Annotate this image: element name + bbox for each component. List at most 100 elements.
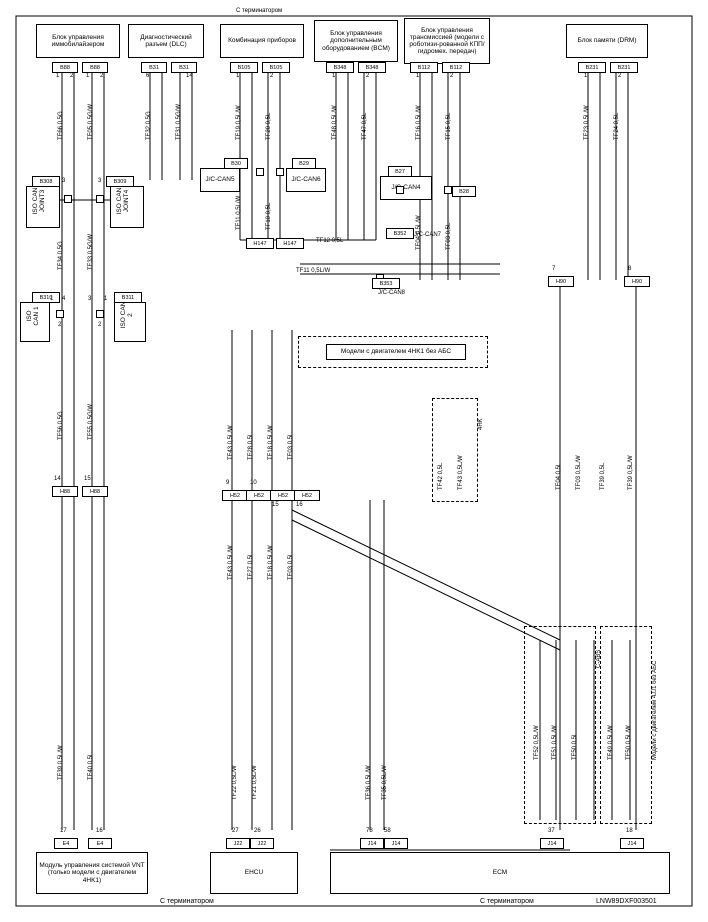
pin-b105b: B105: [262, 62, 290, 73]
note-4hk2-label: 4HK: [478, 418, 484, 430]
pin-j14b: J14: [384, 838, 408, 849]
pin-num: 1: [104, 296, 107, 302]
module-jc5: J/C-CAN5: [200, 168, 240, 192]
module-drm-label: Блок памяти (DRM): [578, 37, 637, 44]
pin-b352: B352: [386, 228, 414, 239]
wire-label: TF49 0,5L/W: [608, 725, 614, 760]
pin-b231b: B231: [610, 62, 638, 73]
jc7-label: J/C-CAN7: [414, 232, 441, 238]
pin-num: 1: [332, 73, 335, 79]
pin-b31b: B31: [171, 62, 197, 73]
module-immobilizer-label: Блок управления иммобилайзером: [38, 34, 118, 48]
pin-h90a: H90: [548, 276, 574, 287]
pin-h90b: H90: [624, 276, 650, 287]
footer-left: С терминатором: [160, 898, 214, 905]
module-jc4: J/C-CAN4: [380, 176, 432, 200]
note-4jj1-label: Модели с двигателем 4JJ1 без АБС: [652, 661, 658, 760]
module-ecm: ECM: [330, 852, 670, 894]
node-dot: [96, 195, 104, 203]
pin-h52b: H52: [246, 490, 272, 501]
module-bcm: Блок управления дополнительным оборудова…: [314, 20, 398, 62]
module-vnt-label: Модуль управления системой VNT (только м…: [38, 862, 146, 883]
pin-h88b: H88: [82, 486, 108, 497]
pin-num: 1: [236, 73, 239, 79]
pin-h147a: H147: [246, 238, 274, 249]
wire-label: TF39 0,5L: [600, 463, 606, 490]
pin-e4a: E4: [54, 838, 78, 849]
wire-label: TF03 0,5L: [288, 433, 294, 460]
node-dot: [444, 186, 452, 194]
node-dot: [56, 310, 64, 318]
wire-label: TF43 0,5L/W: [228, 545, 234, 580]
pin-j22b: J22: [250, 838, 274, 849]
wire-label: TF10 0,5L: [266, 203, 272, 230]
wire-label: TF43 0,5L/W: [458, 455, 464, 490]
pin-num: 3: [88, 296, 91, 302]
wire-label: TF51 0,5L/W: [552, 725, 558, 760]
wire-label: TF36 0,5L/W: [366, 765, 372, 800]
module-vnt: Модуль управления системой VNT (только м…: [36, 852, 148, 894]
pin-num: 2: [618, 73, 621, 79]
iso-can1-label: ISO CAN 1: [26, 303, 40, 329]
wire-label: TF18 0,5L/W: [268, 425, 274, 460]
pin-h52d: H52: [294, 490, 320, 501]
pin-b348b: B348: [358, 62, 386, 73]
wire-label: TF43 0,5L/W: [228, 425, 234, 460]
pin-b28: B28: [452, 186, 476, 197]
module-ehcu-label: EHCU: [245, 869, 263, 876]
pin-num: 8: [628, 266, 631, 272]
pin-j14c: J14: [540, 838, 564, 849]
pin-j14a: J14: [360, 838, 384, 849]
pin-b231a: B231: [578, 62, 606, 73]
pin-b105a: B105: [230, 62, 258, 73]
wire-label: TF52 0,5L/W: [534, 725, 540, 760]
module-iso-can2: ISO CAN 2: [114, 302, 146, 342]
pin-num: 37: [548, 828, 555, 834]
wire-label: TF19 0,5L/W: [236, 105, 242, 140]
pin-num: 2: [100, 73, 103, 79]
wire-label: TF50 0,5L/W: [626, 725, 632, 760]
pin-num: 3: [98, 178, 101, 184]
wire-label: TF04 0,5L: [556, 463, 562, 490]
module-immobilizer: Блок управления иммобилайзером: [36, 24, 120, 58]
module-ehcu: EHCU: [210, 852, 298, 894]
node-dot: [256, 168, 264, 176]
wire-label: TF39 0,5L/W: [58, 745, 64, 780]
pin-b308: B308: [32, 176, 60, 187]
pin-num: 2: [98, 322, 101, 328]
wire-label: TF50 0,5L: [572, 733, 578, 760]
pin-num: 7: [552, 266, 555, 272]
iso-joint4-label: ISO CAN JOINT4: [116, 186, 130, 216]
pin-b112a: B112: [410, 62, 438, 73]
wire-label: TF24 0,5L: [614, 113, 620, 140]
module-diag-label: Диагностический разъем (DLC): [130, 34, 202, 48]
pin-num: 2: [70, 73, 73, 79]
pin-num: 26: [254, 828, 261, 834]
header-note: С терминатором: [236, 8, 282, 14]
jc6-label: J/C-CAN6: [291, 176, 320, 183]
pin-b88b: B88: [82, 62, 108, 73]
pin-b88a: B88: [52, 62, 78, 73]
wire-label: TF35 0,5L/W: [382, 765, 388, 800]
wire-label: TF22 0,5L/W: [232, 765, 238, 800]
pin-num: 2: [366, 73, 369, 79]
pin-num: 18: [626, 828, 633, 834]
pin-h147b: H147: [276, 238, 304, 249]
pin-h52a: H52: [222, 490, 248, 501]
pin-num: 1: [584, 73, 587, 79]
pin-num: 15: [272, 502, 279, 508]
wire-label: TF21 0,5L/W: [252, 765, 258, 800]
pin-num: 17: [60, 828, 67, 834]
pin-num: 15: [84, 476, 91, 482]
pin-h88a: H88: [52, 486, 78, 497]
wire-label: TF28 0,5L: [248, 433, 254, 460]
pin-num: 9: [226, 480, 229, 486]
pin-num: 1: [86, 73, 89, 79]
wire-label: TF42 0,5L: [438, 463, 444, 490]
pin-num: 1: [50, 296, 53, 302]
node-dot: [396, 186, 404, 194]
pin-num: 16: [296, 502, 303, 508]
wire-label: TF15 0,5L: [446, 113, 452, 140]
pin-num: 14: [54, 476, 61, 482]
pin-num: 1: [56, 73, 59, 79]
